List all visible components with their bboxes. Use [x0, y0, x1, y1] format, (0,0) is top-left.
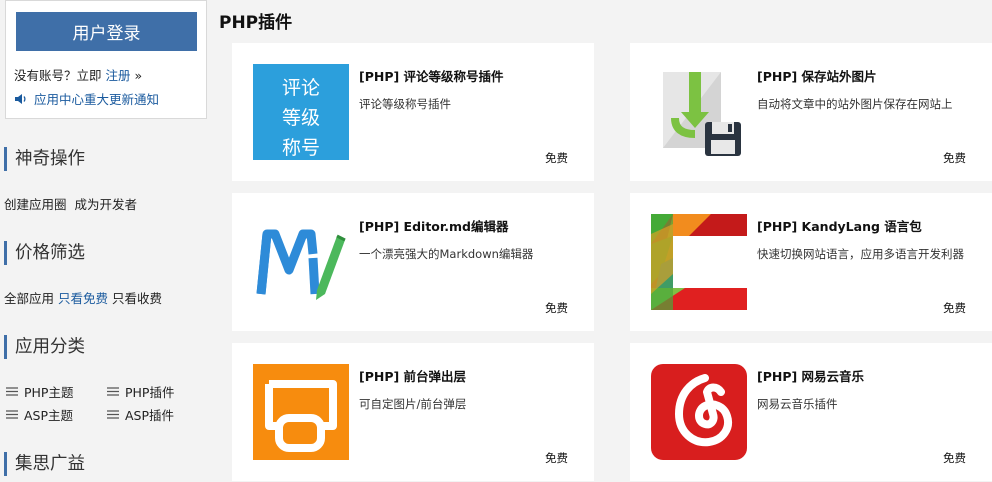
app-card[interactable]: [PHP] 保存站外图片 自动将文章中的站外图片保存在网站上 免费	[630, 43, 992, 181]
page: 用户登录 没有账号？立即 注册 » 应用中心重大更新通知 神奇操作 创建应用圈 …	[0, 0, 992, 482]
category-asp-plugin[interactable]: ASP插件	[107, 405, 174, 424]
filter-all-link[interactable]: 全部应用	[4, 291, 54, 306]
category-asp-theme[interactable]: ASP主题	[6, 405, 73, 424]
popup-layer-icon	[265, 380, 337, 452]
app-thumbnail[interactable]	[253, 364, 349, 460]
app-title[interactable]: [PHP] 保存站外图片	[757, 66, 877, 85]
comment-level-thumb-icon: 评论 等级 称号	[282, 77, 320, 159]
list-icon	[107, 387, 119, 396]
filter-paid-link[interactable]: 只看收费	[112, 291, 162, 306]
update-notice-text: 应用中心重大更新通知	[34, 92, 160, 107]
app-title[interactable]: [PHP] Editor.md编辑器	[359, 216, 509, 235]
app-card[interactable]: 评论 等级 称号 [PHP] 评论等级称号插件 评论等级称号插件 免费	[232, 43, 594, 181]
become-developer-link[interactable]: 成为开发者	[75, 197, 138, 212]
markdown-m-pencil-icon	[256, 229, 346, 300]
category-php-plugin[interactable]: PHP插件	[107, 382, 174, 401]
app-description: 网易云音乐插件	[757, 397, 838, 411]
register-prefix: 没有账号？立即	[14, 68, 102, 83]
price-filter-links: 全部应用 只看免费 只看收费	[4, 288, 166, 307]
category-label: ASP插件	[125, 408, 175, 423]
list-icon	[6, 387, 18, 396]
section-title-ads: 集思广益	[4, 452, 85, 476]
netease-music-icon	[675, 374, 732, 447]
thumb-text-1: 评论	[282, 77, 320, 99]
app-title[interactable]: [PHP] 前台弹出层	[359, 366, 466, 385]
register-arrow: »	[134, 68, 143, 83]
colorful-l-icon	[651, 214, 747, 310]
category-label: PHP插件	[125, 385, 175, 400]
speaker-icon	[15, 93, 26, 104]
category-php-theme[interactable]: PHP主题	[6, 382, 73, 401]
register-line: 没有账号？立即 注册 »	[14, 65, 142, 84]
update-notice-link[interactable]: 应用中心重大更新通知	[14, 89, 159, 108]
app-price: 免费	[943, 451, 966, 465]
list-icon	[6, 410, 18, 419]
app-thumbnail[interactable]	[651, 64, 747, 160]
app-description: 一个漂亮强大的Markdown编辑器	[359, 247, 534, 261]
page-title: PHP插件	[219, 13, 293, 33]
section-title-price: 价格筛选	[4, 241, 85, 265]
filter-free-link[interactable]: 只看免费	[58, 291, 108, 306]
app-price: 免费	[545, 301, 568, 315]
login-button[interactable]: 用户登录	[16, 12, 197, 51]
app-thumbnail[interactable]: 评论 等级 称号	[253, 64, 349, 160]
create-app-circle-link[interactable]: 创建应用圈	[4, 197, 67, 212]
section-title-category: 应用分类	[4, 335, 85, 359]
save-image-icon	[663, 72, 741, 156]
app-price: 免费	[545, 151, 568, 165]
list-icon	[107, 410, 119, 419]
app-thumbnail[interactable]	[651, 364, 747, 460]
app-title[interactable]: [PHP] KandyLang 语言包	[757, 216, 922, 235]
app-card[interactable]: [PHP] 前台弹出层 可自定图片/前台弹层 免费	[232, 343, 594, 481]
app-card[interactable]: [PHP] 网易云音乐 网易云音乐插件 免费	[630, 343, 992, 481]
app-description: 评论等级称号插件	[359, 97, 451, 111]
app-description: 快速切换网站语言，应用多语言开发利器	[757, 247, 964, 261]
app-thumbnail[interactable]	[253, 214, 349, 310]
thumb-text-2: 等级	[282, 107, 320, 129]
app-price: 免费	[943, 151, 966, 165]
login-box: 用户登录 没有账号？立即 注册 » 应用中心重大更新通知	[5, 0, 207, 119]
app-thumbnail[interactable]	[651, 214, 747, 310]
section-title-magic: 神奇操作	[4, 147, 85, 171]
app-card[interactable]: [PHP] KandyLang 语言包 快速切换网站语言，应用多语言开发利器 免…	[630, 193, 992, 331]
category-label: PHP主题	[24, 385, 74, 400]
app-description: 可自定图片/前台弹层	[359, 397, 467, 411]
register-link[interactable]: 注册	[106, 68, 131, 83]
app-description: 自动将文章中的站外图片保存在网站上	[757, 97, 953, 111]
magic-links: 创建应用圈 成为开发者	[4, 194, 141, 213]
app-price: 免费	[545, 451, 568, 465]
app-card[interactable]: [PHP] Editor.md编辑器 一个漂亮强大的Markdown编辑器 免费	[232, 193, 594, 331]
thumb-text-3: 称号	[282, 137, 320, 159]
category-label: ASP主题	[24, 408, 74, 423]
app-price: 免费	[943, 301, 966, 315]
sidebar: 用户登录 没有账号？立即 注册 » 应用中心重大更新通知 神奇操作 创建应用圈 …	[0, 0, 210, 482]
app-title[interactable]: [PHP] 网易云音乐	[757, 366, 864, 385]
app-title[interactable]: [PHP] 评论等级称号插件	[359, 66, 504, 85]
